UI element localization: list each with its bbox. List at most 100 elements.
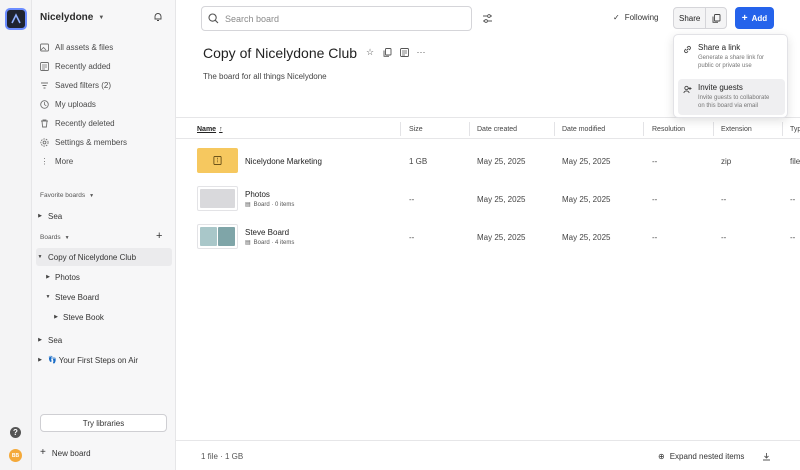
file-count: 1 file · 1 GB <box>201 452 244 461</box>
board-steve-board[interactable]: ▼ Steve Board <box>36 288 172 306</box>
favorites-heading[interactable]: Favorite boards ▼ <box>40 192 94 199</box>
column-date-modified[interactable]: Date modified <box>562 118 605 140</box>
chevron-right-icon[interactable]: ▶ <box>36 357 44 363</box>
column-resolution[interactable]: Resolution <box>652 118 685 140</box>
filter-settings-icon[interactable] <box>482 13 493 24</box>
boards-heading-label: Boards <box>40 234 61 241</box>
add-board-icon[interactable]: + <box>156 231 162 242</box>
main-panel: ✓ Following Share + Add Copy of Nicelydo… <box>176 0 800 470</box>
sidebar-item-saved-filters[interactable]: Saved filters (2) <box>40 76 170 95</box>
assets-icon <box>40 43 49 52</box>
sidebar-item-label: Settings & members <box>55 138 128 147</box>
following-button[interactable]: ✓ Following <box>613 13 659 22</box>
row-date-modified: May 25, 2025 <box>562 157 611 166</box>
invite-guests-option[interactable]: Invite guests Invite guests to collabora… <box>678 79 785 115</box>
workspace-switcher[interactable]: Nicelydone ▼ <box>40 12 104 23</box>
add-button[interactable]: + Add <box>735 7 774 29</box>
chevron-right-icon[interactable]: ▶ <box>36 213 44 219</box>
chevron-right-icon[interactable]: ▶ <box>52 314 60 320</box>
board-steve-book[interactable]: ▶ Steve Book <box>36 308 172 326</box>
menu-item-title: Invite guests <box>698 83 743 92</box>
column-divider[interactable] <box>469 122 470 136</box>
board-copy-of-nicelydone[interactable]: ▼ Copy of Nicelydone Club <box>36 248 172 266</box>
expand-nested-label: Expand nested items <box>669 452 745 461</box>
upload-icon <box>40 100 49 109</box>
table-row[interactable]: Photos ▤ Board · 0 items -- May 25, 2025… <box>176 181 800 219</box>
footprints-icon: 👣 <box>48 357 57 364</box>
menu-item-title: Share a link <box>698 43 741 52</box>
more-options-icon[interactable]: ··· <box>416 47 426 57</box>
sidebar-item-label: Recently added <box>55 62 111 71</box>
board-info-icon[interactable] <box>399 47 409 57</box>
sidebar-item-recently-added[interactable]: Recently added <box>40 57 170 76</box>
board-sea[interactable]: ▶ Sea <box>36 331 172 349</box>
row-subtitle: ▤ Board · 4 items <box>245 239 294 247</box>
share-link-option[interactable]: Share a link Generate a share link for p… <box>678 39 785 75</box>
search-input[interactable] <box>225 13 455 24</box>
row-size: -- <box>409 195 415 204</box>
row-subtitle-text: Board · 0 items <box>253 201 295 208</box>
column-divider[interactable] <box>782 122 783 136</box>
zip-file-icon <box>213 156 222 165</box>
sidebar-item-more[interactable]: ⋮ More <box>40 152 170 171</box>
board-icon: ▤ <box>245 240 251 246</box>
board-thumbnail <box>197 224 238 249</box>
copy-link-button[interactable] <box>706 8 726 28</box>
try-libraries-button[interactable]: Try libraries <box>40 414 167 432</box>
sidebar-item-recently-deleted[interactable]: Recently deleted <box>40 114 170 133</box>
search-bar[interactable] <box>201 6 472 31</box>
column-extension[interactable]: Extension <box>721 118 752 140</box>
tree-row-label: Steve Book <box>63 312 104 322</box>
new-board-button[interactable]: + New board <box>40 448 91 458</box>
row-date-created: May 25, 2025 <box>477 195 526 204</box>
notification-bell-icon[interactable] <box>153 12 163 22</box>
column-date-created[interactable]: Date created <box>477 118 517 140</box>
expand-nested-button[interactable]: ⊕ Expand nested items <box>658 452 744 461</box>
column-divider[interactable] <box>554 122 555 136</box>
row-name: Nicelydone Marketing <box>245 157 322 166</box>
sidebar-item-settings[interactable]: Settings & members <box>40 133 170 152</box>
chevron-down-icon: ▼ <box>89 192 95 199</box>
favorite-board-sea[interactable]: ▶ Sea <box>36 207 172 225</box>
column-divider[interactable] <box>400 122 401 136</box>
column-size[interactable]: Size <box>409 118 423 140</box>
chevron-right-icon[interactable]: ▶ <box>44 274 52 280</box>
duplicate-icon[interactable] <box>382 47 392 57</box>
column-name[interactable]: Name ↑ <box>197 118 223 140</box>
chevron-down-icon[interactable]: ▼ <box>36 254 44 260</box>
row-resolution: -- <box>652 233 658 242</box>
column-type[interactable]: Typ <box>790 118 800 140</box>
board-first-steps[interactable]: ▶ 👣 Your First Steps on Air <box>36 351 172 369</box>
board-photos[interactable]: ▶ Photos <box>36 268 172 286</box>
app-logo-icon[interactable] <box>5 8 27 30</box>
row-date-modified: May 25, 2025 <box>562 233 611 242</box>
board-description: The board for all things Nicelydone <box>203 72 327 81</box>
sidebar-item-my-uploads[interactable]: My uploads <box>40 95 170 114</box>
column-divider[interactable] <box>643 122 644 136</box>
help-icon[interactable]: ? <box>10 427 21 438</box>
sort-arrow-icon: ↑ <box>219 125 223 133</box>
chevron-down-icon: ▼ <box>98 14 105 21</box>
table-header: Name ↑ Size Date created Date modified R… <box>176 117 800 139</box>
sidebar-item-all-assets[interactable]: All assets & files <box>40 38 170 57</box>
column-divider[interactable] <box>713 122 714 136</box>
row-resolution: -- <box>652 195 658 204</box>
more-icon: ⋮ <box>40 157 49 166</box>
download-icon[interactable] <box>762 452 771 461</box>
boards-heading[interactable]: Boards ▼ <box>40 234 70 241</box>
share-button[interactable]: Share <box>674 8 707 28</box>
row-date-modified: May 25, 2025 <box>562 195 611 204</box>
sidebar-item-label: All assets & files <box>55 43 114 52</box>
menu-item-subtitle-line: Generate a share link for <box>698 55 765 61</box>
row-type: -- <box>790 233 796 242</box>
table-row[interactable]: Nicelydone Marketing 1 GB May 25, 2025 M… <box>176 143 800 181</box>
avatar[interactable]: BB <box>9 449 22 462</box>
table-row[interactable]: Steve Board ▤ Board · 4 items -- May 25,… <box>176 219 800 257</box>
star-icon[interactable]: ☆ <box>365 47 375 57</box>
chevron-down-icon[interactable]: ▼ <box>44 294 52 300</box>
tree-row-label: Your First Steps on Air <box>58 355 139 365</box>
row-resolution: -- <box>652 157 658 166</box>
chevron-right-icon[interactable]: ▶ <box>36 337 44 343</box>
favorites-heading-label: Favorite boards <box>40 192 86 199</box>
row-size: 1 GB <box>409 157 428 166</box>
